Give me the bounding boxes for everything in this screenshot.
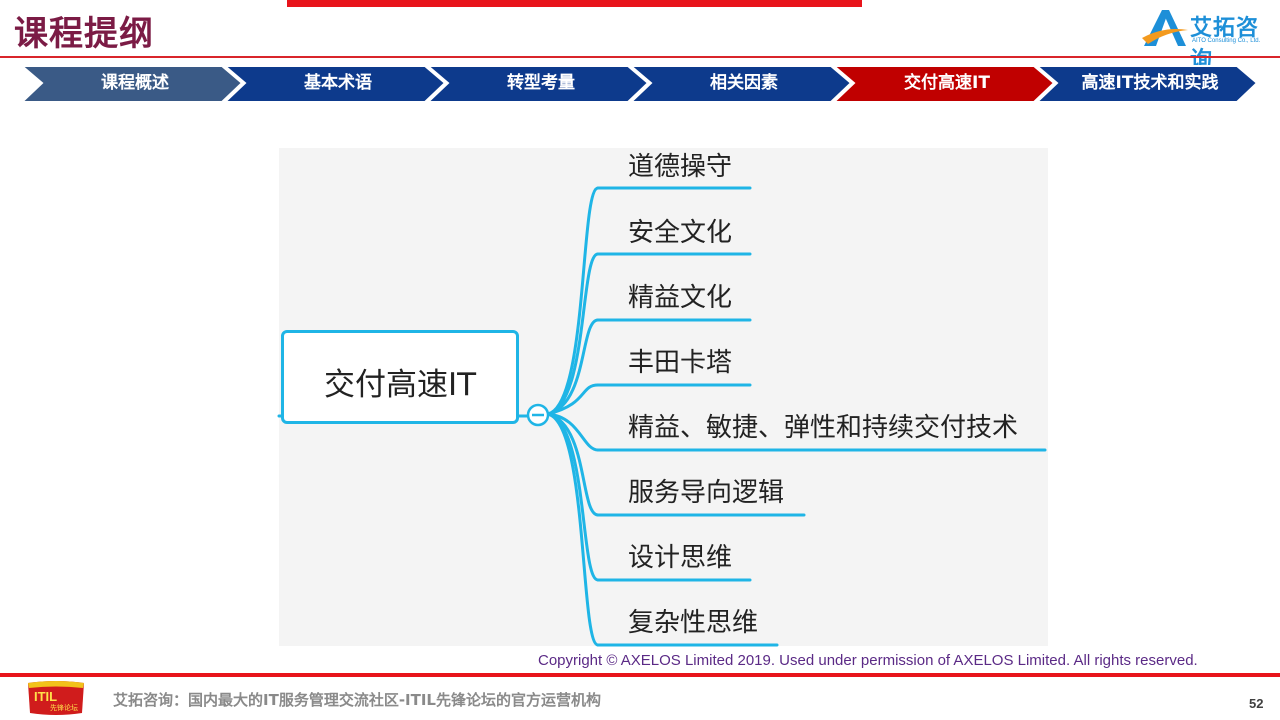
copyright-notice: Copyright © AXELOS Limited 2019. Used un…: [538, 652, 1198, 669]
branch-node-4[interactable]: 丰田卡塔: [628, 342, 732, 379]
branch-node-1[interactable]: 道德操守: [628, 146, 732, 183]
branch-node-7[interactable]: 设计思维: [628, 537, 732, 574]
minus-icon[interactable]: [526, 403, 550, 427]
page-number: 52: [1249, 696, 1264, 711]
mindmap-root-node[interactable]: 交付高速IT: [281, 330, 519, 424]
badge-title: ITIL: [34, 689, 57, 704]
branch-node-6[interactable]: 服务导向逻辑: [628, 472, 784, 509]
branch-node-3[interactable]: 精益文化: [628, 277, 732, 314]
footer-divider: [0, 673, 1280, 677]
footer-org-text: 艾拓咨询：国内最大的IT服务管理交流社区-ITIL先锋论坛的官方运营机构: [113, 691, 601, 709]
branch-node-2[interactable]: 安全文化: [628, 212, 732, 249]
branch-node-5[interactable]: 精益、敏捷、弹性和持续交付技术: [628, 407, 1018, 444]
itil-forum-badge: ITIL 先锋论坛: [28, 681, 84, 715]
branch-node-8[interactable]: 复杂性思维: [628, 602, 758, 639]
root-node-label: 交付高速IT: [323, 367, 477, 403]
badge-subtitle: 先锋论坛: [50, 703, 78, 712]
